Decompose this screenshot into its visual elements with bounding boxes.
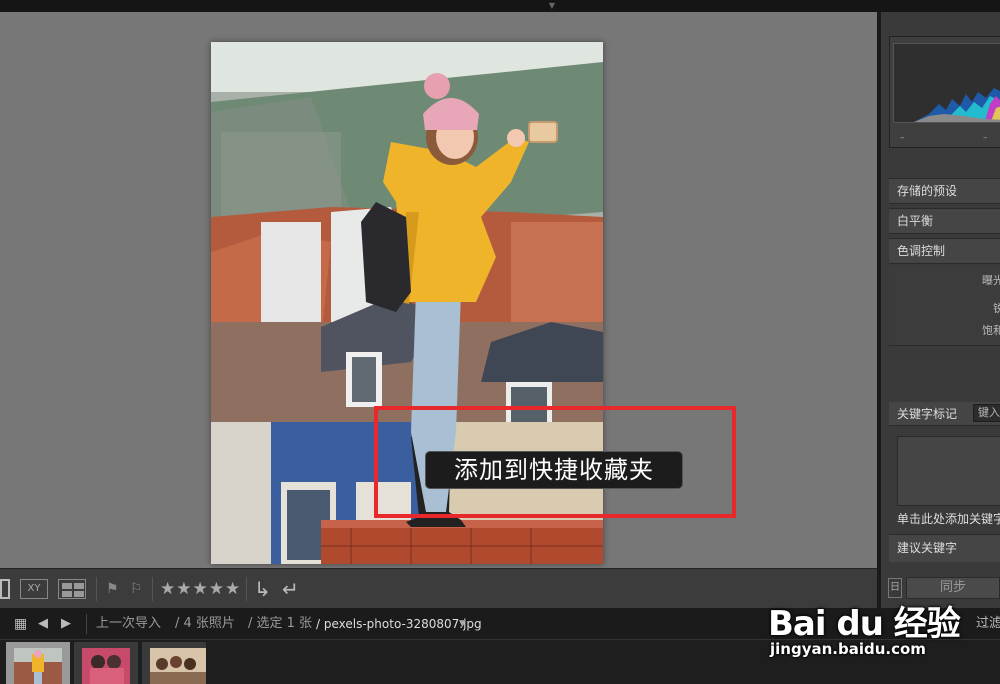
reject-flag-icon[interactable]: ⚐ (130, 579, 143, 599)
selected-count: / 选定 1 张 (248, 616, 313, 631)
exposure-label: 曝光 (982, 274, 1000, 287)
loupe-toolbar: XY ⚑ ⚐ ★★★★★ ↳ ↵ (0, 568, 877, 608)
loupe-view-icon[interactable] (0, 579, 10, 599)
panel-collapse-arrow-icon[interactable]: ▼ (546, 2, 558, 10)
arrow-right-icon[interactable]: ▶ (61, 616, 71, 632)
suggested-keywords-header[interactable]: 建议关键字 (889, 534, 1000, 562)
filter-label[interactable]: 过滤 (976, 616, 1000, 632)
chevron-down-icon[interactable]: ▼ (459, 616, 466, 632)
survey-view-icon[interactable] (58, 579, 86, 599)
top-panel-toggle-strip[interactable]: ▼ (0, 0, 1000, 12)
photo-count: / 4 张照片 (175, 616, 235, 631)
tone-control-body: 曝光 锐 饱和 (889, 266, 1000, 346)
arrow-left-icon[interactable]: ◀ (38, 616, 48, 632)
filename-label[interactable]: / pexels-photo-3280807.jpg (316, 616, 482, 632)
loupe-view: 添加到快捷收藏夹 (0, 12, 877, 568)
watermark-url: jingyan.baidu.com (770, 640, 926, 658)
histogram-left-marker: – (900, 133, 905, 143)
filmstrip-thumbnail[interactable] (6, 642, 70, 684)
rotate-left-icon[interactable]: ↳ (254, 579, 271, 599)
star-rating[interactable]: ★★★★★ (160, 579, 241, 599)
toolbar-divider (96, 577, 97, 601)
baidu-logo: Bai du 经验 (768, 604, 961, 644)
add-to-quick-collection-tooltip: 添加到快捷收藏夹 (425, 451, 683, 489)
grid-view-icon[interactable]: ▦ (14, 616, 27, 632)
histogram[interactable]: – – (889, 36, 1000, 148)
saturation-label: 饱和 (982, 324, 1000, 337)
keyword-text-area[interactable] (897, 436, 1000, 506)
path-divider (86, 614, 87, 634)
rotate-right-icon[interactable]: ↵ (282, 579, 299, 599)
toolbar-divider (246, 577, 247, 601)
keywording-section: 关键字标记 键入关 单击此处添加关键字 建议关键字 (889, 400, 1000, 578)
right-panel: – – 存储的预设 白平衡 色调控制 曝光 锐 饱和 关键字标记 键入关 单击此… (877, 12, 1000, 608)
tone-control-dropdown[interactable]: 色调控制 (889, 238, 1000, 264)
filmstrip-thumbnail[interactable] (74, 642, 138, 684)
toolbar-divider (152, 577, 153, 601)
histogram-right-marker: – (983, 133, 988, 143)
contrast-label: 锐 (993, 302, 1000, 315)
baidu-jingyan-watermark: Bai du 经验 jingyan.baidu.com (768, 578, 968, 668)
histogram-canvas (893, 43, 1000, 123)
saved-preset-dropdown[interactable]: 存储的预设 (889, 178, 1000, 204)
white-balance-dropdown[interactable]: 白平衡 (889, 208, 1000, 234)
source-label[interactable]: 上一次导入 (96, 616, 161, 632)
click-to-add-keyword[interactable]: 单击此处添加关键字 (889, 510, 1000, 527)
enter-keyword-dropdown[interactable]: 键入关 (973, 404, 1000, 422)
filmstrip-thumbnail[interactable] (142, 642, 206, 684)
compare-view-button[interactable]: XY (20, 579, 48, 599)
flag-icon[interactable]: ⚑ (106, 579, 119, 599)
